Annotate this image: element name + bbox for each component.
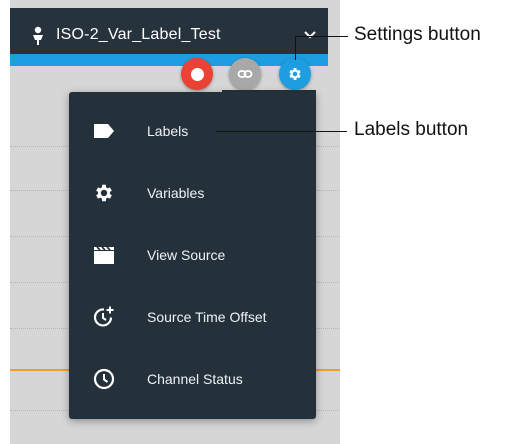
settings-callout-line xyxy=(295,36,348,37)
menu-item-label: Source Time Offset xyxy=(147,309,267,325)
link-icon xyxy=(237,70,253,78)
menu-item-channel-status[interactable]: Channel Status xyxy=(69,348,316,410)
menu-item-variables[interactable]: Variables xyxy=(69,162,316,224)
settings-callout-label: Settings button xyxy=(354,24,481,45)
clock-icon xyxy=(91,366,117,392)
clapperboard-icon xyxy=(91,242,117,268)
menu-item-view-source[interactable]: View Source xyxy=(69,224,316,286)
settings-menu: Labels Variables View Source Source Time… xyxy=(69,92,316,419)
menu-item-label: Labels xyxy=(147,123,189,139)
gear-icon xyxy=(91,180,117,206)
settings-callout-leader xyxy=(295,36,296,60)
menu-item-label: Variables xyxy=(147,185,205,201)
person-icon xyxy=(33,26,43,45)
record-icon xyxy=(190,67,204,81)
record-button[interactable] xyxy=(181,58,213,90)
channel-header: ISO-2_Var_Label_Test xyxy=(10,8,328,66)
labels-callout-label: Labels button xyxy=(354,119,469,140)
chevron-down-icon[interactable] xyxy=(302,26,318,42)
header-accent-strip xyxy=(10,54,328,66)
clock-plus-icon xyxy=(91,304,117,330)
label-tag-icon xyxy=(91,118,117,144)
gear-icon xyxy=(289,68,301,80)
labels-callout-line xyxy=(216,131,347,132)
link-button[interactable] xyxy=(229,58,261,90)
settings-button[interactable] xyxy=(279,58,311,90)
channel-title: ISO-2_Var_Label_Test xyxy=(56,26,221,43)
menu-item-label: View Source xyxy=(147,247,226,263)
menu-item-source-time-offset[interactable]: Source Time Offset xyxy=(69,286,316,348)
menu-item-label: Channel Status xyxy=(147,371,243,387)
